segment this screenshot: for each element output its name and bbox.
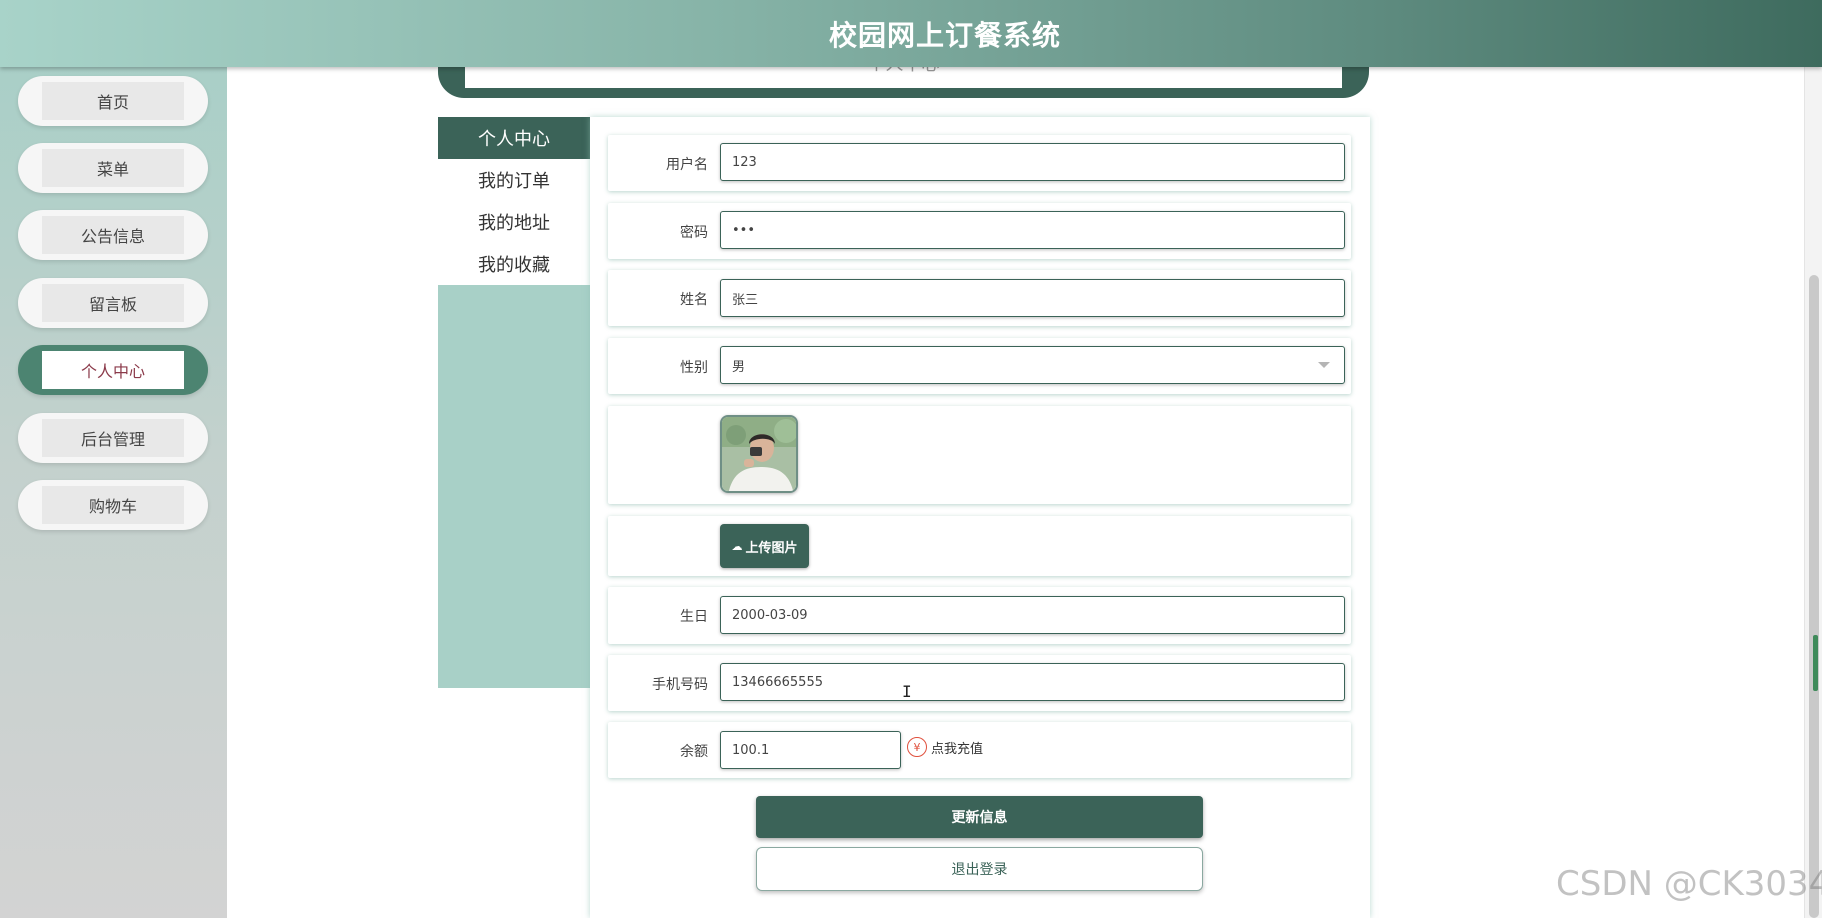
upload-image-label: 上传图片 [745,540,798,556]
gender-select[interactable]: 男 [720,346,1345,384]
username-input-text[interactable] [732,154,1344,170]
gender-label: 性别 [680,360,708,376]
sidebar-item-menu[interactable]: 菜单 [18,143,208,193]
avatar [720,415,798,493]
sidebar-item-announcements[interactable]: 公告信息 [18,210,208,260]
password-masked-value: ••• [732,222,756,238]
sidebar-item-personal-center[interactable]: 个人中心 [18,345,208,395]
avatar-photo [722,417,796,491]
sidebar-item-label: 购物车 [42,486,184,524]
text-cursor-icon: I [902,682,912,701]
form-row-gender: 性别 男 [608,338,1351,394]
gender-selected-value: 男 [732,359,746,375]
phone-input[interactable] [720,663,1345,701]
account-tab-menu: 个人中心 我的订单 我的地址 我的收藏 [438,117,590,688]
name-label: 姓名 [680,292,708,308]
tab-personal-center[interactable]: 个人中心 [438,117,590,159]
username-label: 用户名 [666,157,708,173]
form-row-username: 用户名 [608,135,1351,191]
tab-my-favorites[interactable]: 我的收藏 [438,243,590,285]
form-row-phone: 手机号码 [608,655,1351,711]
sidebar-item-label: 个人中心 [42,351,184,389]
app-header: 校园网上订餐系统 [0,0,1822,67]
name-input-text[interactable] [732,290,1344,306]
balance-label: 余额 [680,744,708,760]
form-row-password: 密码 ••• [608,203,1351,259]
birthday-label: 生日 [680,609,708,625]
username-input[interactable] [720,143,1345,181]
scrollbar-thumb[interactable] [1809,275,1819,918]
watermark: CSDN @CK3034 [1556,864,1822,904]
sidebar: 首页 菜单 公告信息 留言板 个人中心 后台管理 购物车 [0,67,227,918]
phone-input-text[interactable] [732,674,1344,690]
name-input[interactable] [720,279,1345,317]
sidebar-item-label: 后台管理 [42,419,184,457]
password-label: 密码 [680,225,708,241]
page-scrollbar[interactable] [1804,0,1822,918]
recharge-link[interactable]: ¥ 点我充值 [907,737,983,757]
sidebar-item-home[interactable]: 首页 [18,76,208,126]
birthday-date-input[interactable] [720,596,1345,634]
form-row-balance: 余额 ¥ 点我充值 [608,722,1351,778]
form-row-avatar [608,406,1351,504]
balance-input[interactable] [720,731,901,769]
recharge-label: 点我充值 [931,741,984,757]
sidebar-item-cart[interactable]: 购物车 [18,480,208,530]
sidebar-item-label: 留言板 [42,284,184,322]
sidebar-item-label: 首页 [42,82,184,120]
yen-icon: ¥ [907,737,927,757]
phone-label: 手机号码 [652,677,708,693]
balance-input-text[interactable] [732,742,900,758]
sidebar-item-admin[interactable]: 后台管理 [18,413,208,463]
form-row-birthday: 生日 [608,587,1351,644]
password-input[interactable]: ••• [720,211,1345,249]
logout-button[interactable]: 退出登录 [756,847,1203,891]
form-row-upload: ☁ 上传图片 [608,516,1351,576]
sidebar-item-label: 公告信息 [42,216,184,254]
update-info-button[interactable]: 更新信息 [756,796,1203,838]
chevron-down-icon [1318,362,1330,368]
cloud-upload-icon: ☁ [731,539,743,553]
tab-my-addresses[interactable]: 我的地址 [438,201,590,243]
form-row-name: 姓名 [608,270,1351,326]
sidebar-item-message-board[interactable]: 留言板 [18,278,208,328]
app-title: 校园网上订餐系统 [828,18,1061,52]
sidebar-item-label: 菜单 [42,149,184,187]
scrollbar-indicator [1813,635,1818,691]
birthday-input-text[interactable] [732,607,1344,623]
upload-image-button[interactable]: ☁ 上传图片 [720,524,809,568]
tab-my-orders[interactable]: 我的订单 [438,159,590,201]
